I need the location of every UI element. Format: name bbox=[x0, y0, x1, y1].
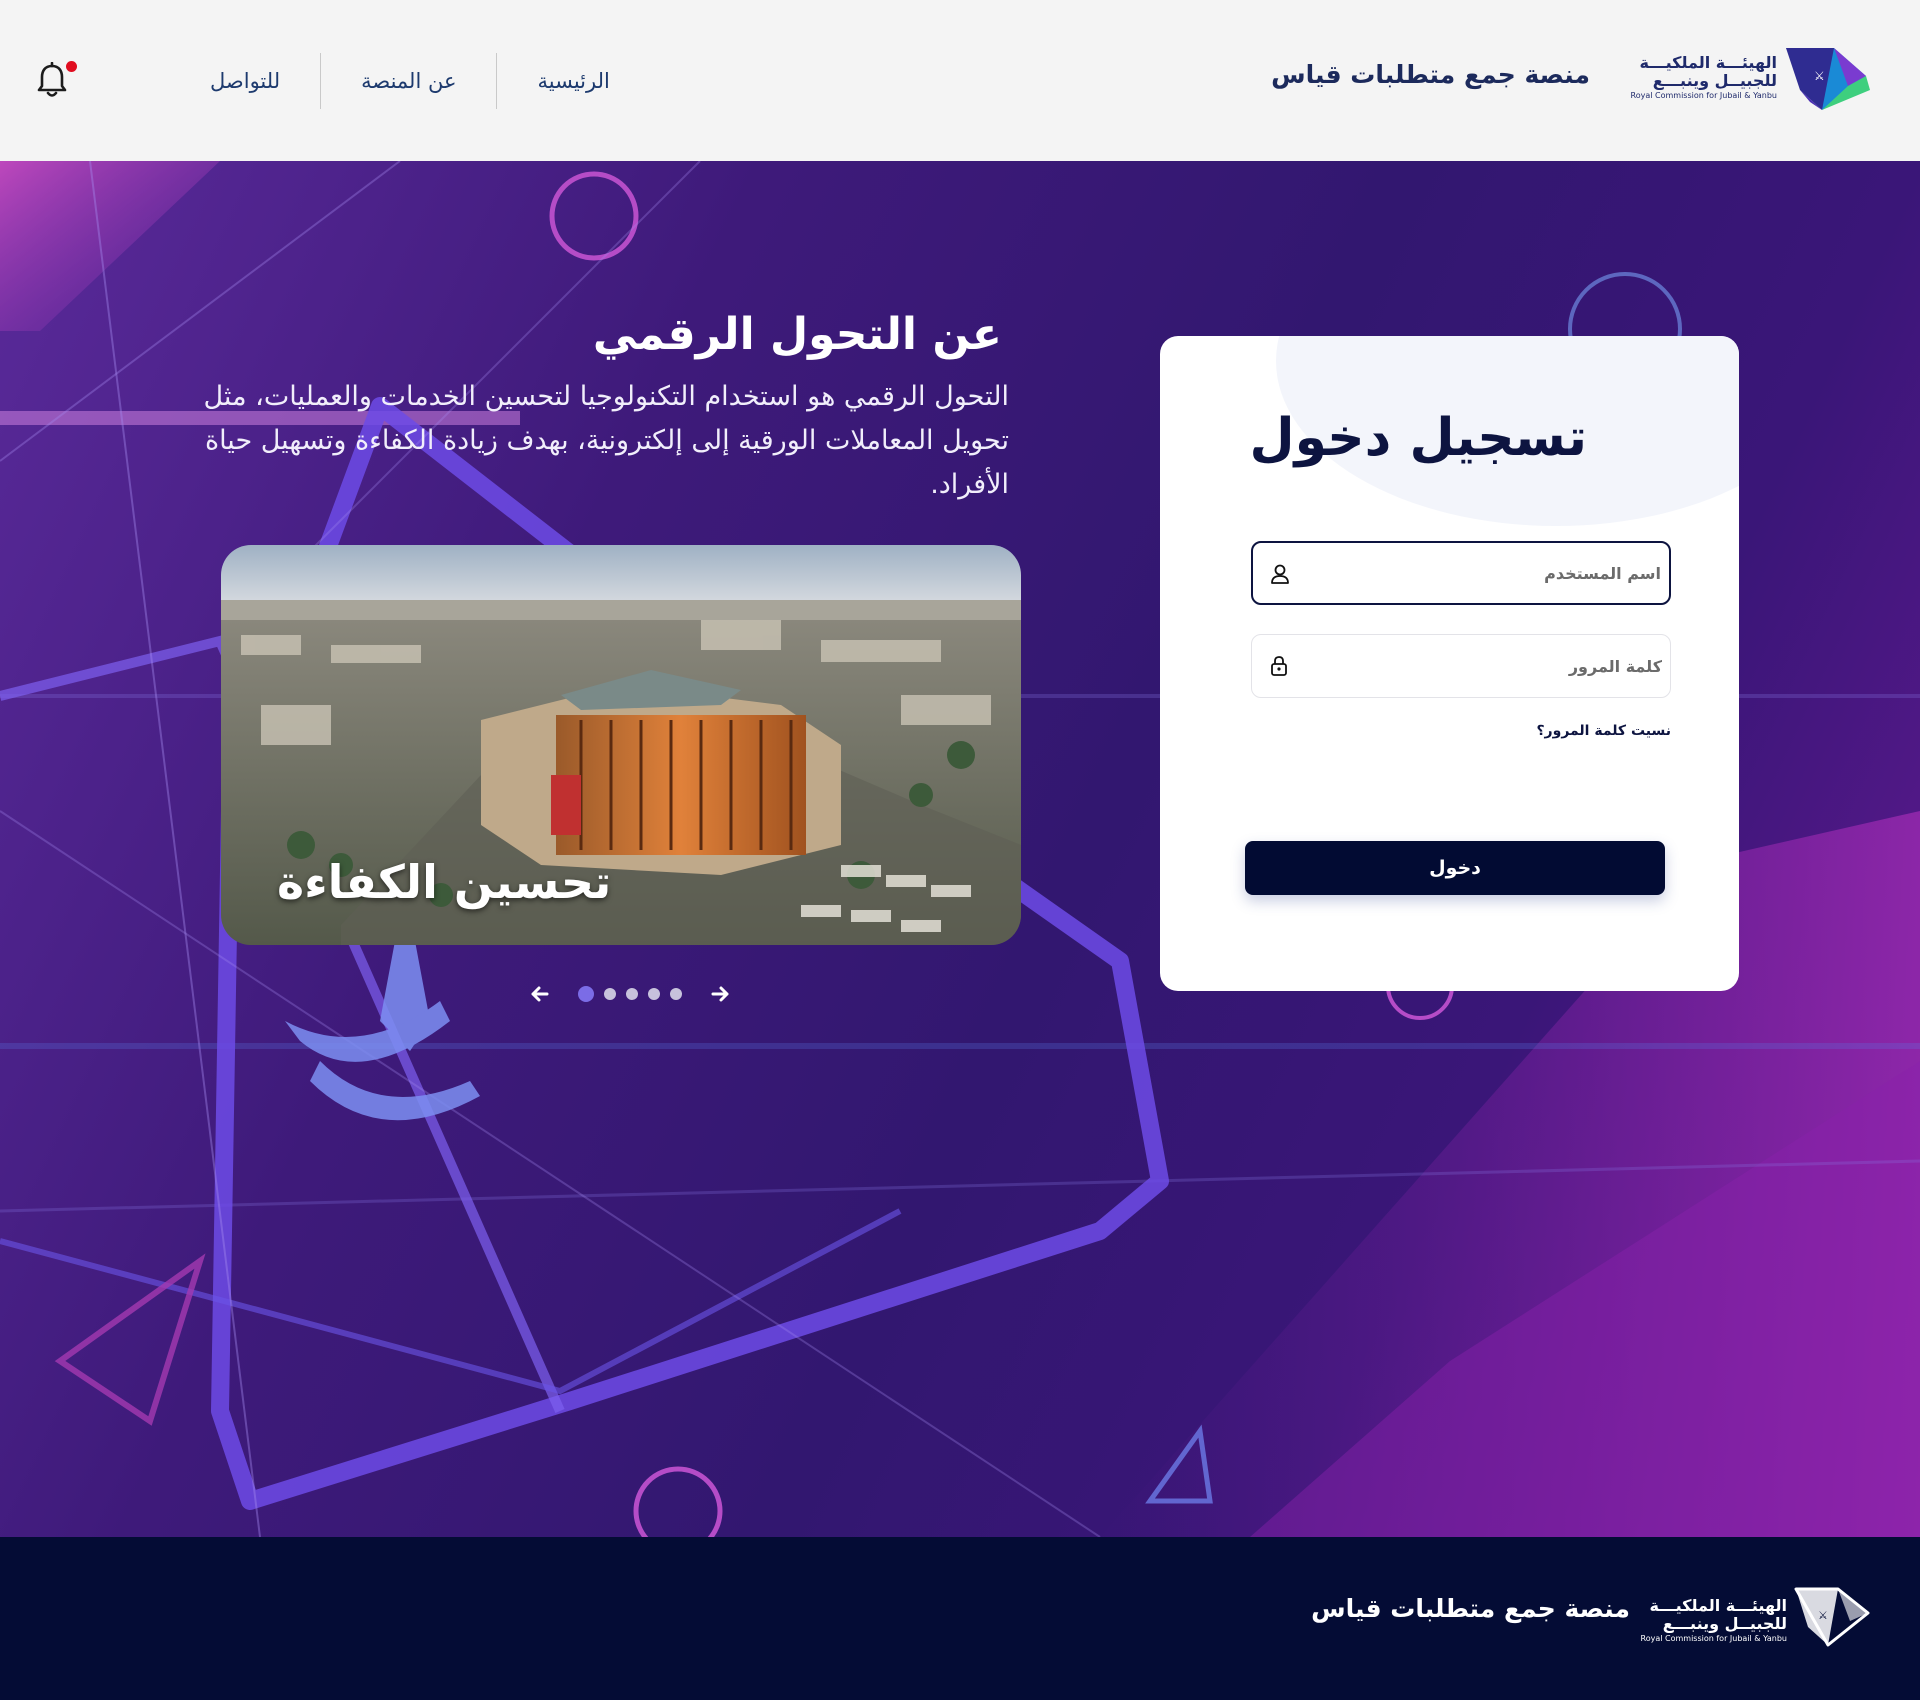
hero-section: عن التحول الرقمي التحول الرقمي هو استخدا… bbox=[0, 161, 1920, 1537]
svg-text:⚔: ⚔ bbox=[1818, 1609, 1828, 1622]
footer-logo-mark-icon: ⚔ bbox=[1794, 1587, 1870, 1647]
footer-logo-english: Royal Commission for Jubail & Yanbu bbox=[1640, 1634, 1787, 1643]
lock-icon bbox=[1271, 656, 1287, 676]
footer-logo-line-2: للجبيــل وينبـــع bbox=[1662, 1614, 1787, 1633]
carousel-dot-3[interactable] bbox=[626, 988, 638, 1000]
footer-rcjy-logo[interactable]: الهيئـــة الملكيـــة للجبيــل وينبـــع R… bbox=[1641, 1587, 1872, 1649]
carousel-dot-5[interactable] bbox=[670, 988, 682, 1000]
about-description: التحول الرقمي هو استخدام التكنولوجيا لتح… bbox=[203, 381, 1009, 500]
nav-contact[interactable]: للتواصل bbox=[170, 52, 320, 110]
carousel-controls bbox=[525, 979, 735, 1009]
login-title: تسجيل دخول bbox=[1249, 408, 1587, 468]
svg-text:⚔: ⚔ bbox=[1814, 69, 1825, 83]
footer-site-title: منصة جمع متطلبات قياس bbox=[1311, 1594, 1630, 1623]
password-input[interactable] bbox=[1302, 635, 1662, 697]
about-title: عن التحول الرقمي bbox=[592, 309, 1002, 360]
forgot-password-link[interactable]: نسيت كلمة المرور؟ bbox=[1536, 723, 1671, 739]
site-header: الهيئـــة الملكيـــة للجبيــل وينبـــع R… bbox=[0, 0, 1920, 161]
site-footer: منصة جمع متطلبات قياس الهيئـــة الملكيــ… bbox=[0, 1537, 1920, 1700]
carousel-dots bbox=[573, 986, 687, 1002]
logo-line-1: الهيئـــة الملكيـــة bbox=[1639, 53, 1778, 72]
logo-line-2: للجبيــل وينبـــع bbox=[1652, 71, 1777, 90]
logo-mark-icon: ⚔ bbox=[1786, 48, 1870, 110]
carousel-slide-image[interactable]: تحسين الكفاءة bbox=[221, 545, 1021, 945]
footer-logo-line-1: الهيئـــة الملكيـــة bbox=[1649, 1596, 1788, 1615]
notification-dot bbox=[66, 61, 77, 72]
logo-text: الهيئـــة الملكيـــة للجبيــل وينبـــع R… bbox=[1631, 54, 1777, 102]
user-icon bbox=[1271, 564, 1289, 584]
username-input[interactable] bbox=[1301, 543, 1661, 603]
footer-logo-text: الهيئـــة الملكيـــة للجبيــل وينبـــع R… bbox=[1641, 1597, 1787, 1645]
logo-english: Royal Commission for Jubail & Yanbu bbox=[1630, 91, 1777, 100]
username-field[interactable] bbox=[1251, 541, 1671, 605]
carousel-dot-2[interactable] bbox=[604, 988, 616, 1000]
nav-home[interactable]: الرئيسية bbox=[497, 52, 649, 110]
carousel-dot-4[interactable] bbox=[648, 988, 660, 1000]
login-button[interactable]: دخول bbox=[1245, 841, 1665, 895]
site-title: منصة جمع متطلبات قياس bbox=[1271, 60, 1590, 89]
arrow-right-icon[interactable] bbox=[705, 979, 735, 1009]
password-field[interactable] bbox=[1251, 634, 1671, 698]
login-card: تسجيل دخول نسيت كلمة المرور؟ دخول bbox=[1160, 336, 1739, 991]
nav-about[interactable]: عن المنصة bbox=[321, 52, 496, 110]
bell-icon[interactable] bbox=[36, 62, 68, 100]
rcjy-logo[interactable]: الهيئـــة الملكيـــة للجبيــل وينبـــع R… bbox=[1631, 46, 1872, 116]
slide-caption: تحسين الكفاءة bbox=[277, 855, 612, 909]
carousel-dot-1[interactable] bbox=[578, 986, 594, 1002]
arrow-left-icon[interactable] bbox=[525, 979, 555, 1009]
main-nav: الرئيسية عن المنصة للتواصل bbox=[170, 52, 650, 110]
